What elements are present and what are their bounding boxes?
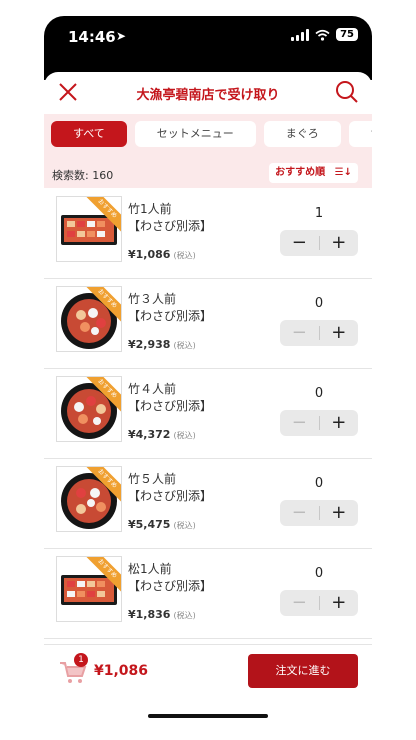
product-image: おすすめ (56, 376, 122, 442)
product-name: 竹３人前 (128, 292, 177, 306)
product-note: 【わさび別添】 (128, 309, 213, 323)
cart-count-badge: 1 (74, 653, 88, 667)
product-list: おすすめ 竹1人前 【わさび別添】 ¥1,086(税込) 1 − + おすすめ (44, 188, 372, 644)
wifi-icon (315, 29, 330, 41)
product-image: おすすめ (56, 556, 122, 622)
quantity-value: 0 (314, 566, 324, 581)
status-bar: 14:46 ➤ 75 (44, 16, 372, 68)
cellular-signal-icon (291, 28, 310, 41)
checkout-button[interactable]: 注文に進む (248, 654, 358, 688)
product-image: おすすめ (56, 196, 122, 262)
product-price: ¥4,372 (税込) (128, 428, 196, 441)
increment-button[interactable]: + (320, 500, 359, 526)
decrement-button[interactable]: − (280, 410, 319, 436)
decrement-button[interactable]: − (280, 590, 319, 616)
product-name: 松1人前 (128, 562, 172, 576)
product-price: ¥2,938 (税込) (128, 338, 196, 351)
category-chip-salmon[interactable]: サーモン (348, 121, 372, 147)
status-indicators: 75 (291, 28, 358, 41)
home-indicator[interactable] (148, 714, 268, 718)
product-name: 竹５人前 (128, 472, 177, 486)
status-time: 14:46 (68, 28, 116, 46)
category-chip-all[interactable]: すべて (51, 121, 127, 147)
quantity-stepper: − + (280, 320, 358, 346)
category-filter-bar: すべて セットメニュー まぐろ サーモン (44, 114, 372, 160)
search-icon[interactable] (334, 79, 360, 105)
location-arrow-icon: ➤ (116, 29, 127, 43)
page-title: 大漁亭碧南店で受け取り (136, 88, 280, 103)
product-price: ¥1,086 (税込) (128, 248, 196, 261)
app-screen: 14:46 ➤ 75 大漁亭碧南店で受け取り すべて セットメニュー まぐろ 検… (44, 16, 372, 724)
list-item[interactable]: おすすめ 竹３人前 【わさび別添】 ¥2,938 (税込) 0 − + (44, 278, 372, 369)
increment-button[interactable]: + (320, 410, 359, 436)
product-name: 竹４人前 (128, 382, 177, 396)
increment-button[interactable]: + (320, 320, 359, 346)
list-item[interactable]: おすすめ 竹４人前 【わさび別添】 ¥4,372 (税込) 0 − + (44, 368, 372, 459)
product-note: 【わさび別添】 (128, 399, 213, 413)
header: 大漁亭碧南店で受け取り (44, 72, 372, 114)
category-chip-tuna[interactable]: まぐろ (263, 121, 341, 147)
quantity-value: 0 (314, 386, 324, 401)
sort-label: おすすめ順 (275, 167, 326, 178)
product-image: おすすめ (56, 286, 122, 352)
list-item[interactable]: おすすめ 竹1人前 【わさび別添】 ¥1,086 (税込) 1 − + (44, 188, 372, 279)
product-price: ¥1,836 (税込) (128, 608, 196, 621)
product-name: 竹1人前 (128, 202, 172, 216)
quantity-value: 0 (314, 296, 324, 311)
list-item[interactable]: おすすめ 竹５人前 【わさび別添】 ¥5,475 (税込) 0 − + (44, 458, 372, 549)
sort-button[interactable]: おすすめ順 ☰↓ (269, 163, 358, 183)
list-item[interactable]: おすすめ 松1人前 【わさび別添】 ¥1,836 (税込) 0 − + (44, 548, 372, 639)
sort-icon: ☰↓ (334, 167, 352, 178)
product-price: ¥5,475 (税込) (128, 518, 196, 531)
decrement-button[interactable]: − (280, 500, 319, 526)
cart-footer: 1 ¥1,086 注文に進む (44, 644, 372, 701)
quantity-stepper: − + (280, 230, 358, 256)
quantity-value: 0 (314, 476, 324, 491)
product-note: 【わさび別添】 (128, 219, 213, 233)
quantity-value: 1 (314, 206, 324, 221)
battery-indicator: 75 (336, 28, 358, 41)
quantity-stepper: − + (280, 590, 358, 616)
product-note: 【わさび別添】 (128, 489, 213, 503)
quantity-stepper: − + (280, 410, 358, 436)
increment-button[interactable]: + (320, 590, 359, 616)
increment-button[interactable]: + (320, 230, 359, 256)
cart-total: ¥1,086 (94, 663, 149, 679)
product-image: おすすめ (56, 466, 122, 532)
decrement-button[interactable]: − (280, 230, 319, 256)
result-count: 検索数: 160 (52, 169, 114, 182)
decrement-button[interactable]: − (280, 320, 319, 346)
category-chip-set-menu[interactable]: セットメニュー (134, 121, 256, 147)
product-note: 【わさび別添】 (128, 579, 213, 593)
quantity-stepper: − + (280, 500, 358, 526)
result-bar: 検索数: 160 おすすめ順 ☰↓ (44, 160, 372, 188)
